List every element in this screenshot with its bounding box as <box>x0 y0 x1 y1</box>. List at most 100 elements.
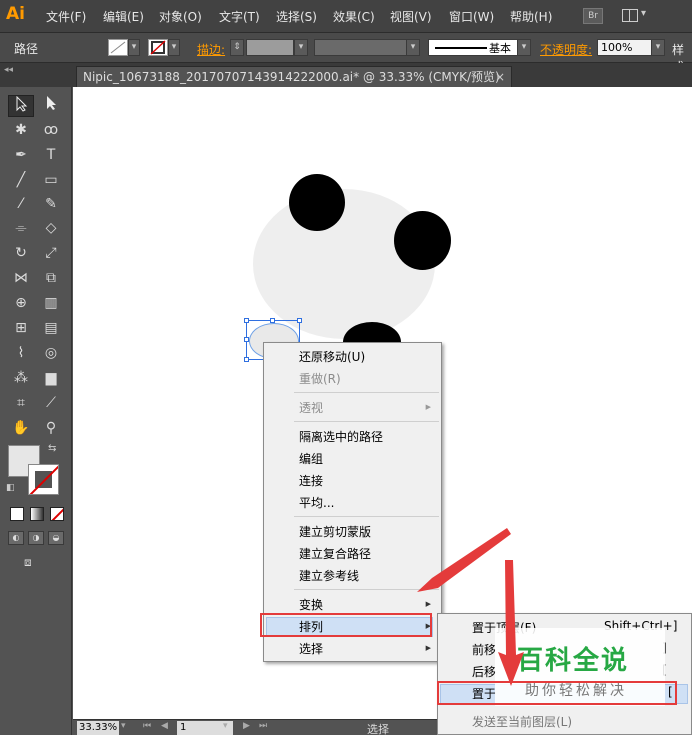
fill-dropdown[interactable]: ▾ <box>128 39 140 56</box>
collapse-panel-icon[interactable]: ◂◂ <box>4 65 13 75</box>
stroke-weight-input[interactable] <box>246 39 294 56</box>
brush-definition[interactable]: 基本 <box>428 39 531 56</box>
artboard-tool-icon[interactable]: ⌗ <box>8 392 34 414</box>
type-tool-icon[interactable]: T <box>38 144 64 166</box>
paintbrush-tool-icon[interactable]: ⁄ <box>8 193 34 215</box>
stroke-dropdown[interactable]: ▾ <box>168 39 180 56</box>
brush-dropdown[interactable]: ▾ <box>517 39 531 56</box>
pen-tool-icon[interactable]: ✒ <box>8 144 34 166</box>
resize-handle[interactable] <box>244 337 249 342</box>
blob-brush-tool-icon[interactable]: ⌯ <box>8 217 34 239</box>
page-dropdown-icon[interactable]: ▾ <box>223 721 228 731</box>
eraser-tool-icon[interactable]: ◇ <box>38 217 64 239</box>
magic-wand-tool-icon[interactable]: ✱ <box>8 119 34 141</box>
menu-item-group[interactable]: 编组 <box>299 450 323 467</box>
hand-tool-icon[interactable]: ✋ <box>8 417 34 439</box>
stroke-weight-dropdown[interactable]: ▾ <box>294 39 308 56</box>
menu-item-make-clipping-mask[interactable]: 建立剪切蒙版 <box>299 523 371 540</box>
eyedropper-tool-icon[interactable]: ⌇ <box>8 342 34 364</box>
stroke-swatch[interactable] <box>28 464 59 495</box>
swap-colors-icon[interactable]: ⇆ <box>48 443 56 454</box>
menu-edit[interactable]: 编辑(E) <box>103 8 144 25</box>
draw-behind-icon[interactable]: ◑ <box>28 531 44 545</box>
menu-item-transform[interactable]: 变换 <box>299 596 323 613</box>
menu-item-perspective[interactable]: 透视 <box>299 399 323 416</box>
selection-tool-icon[interactable] <box>8 95 34 117</box>
menu-help[interactable]: 帮助(H) <box>510 8 552 25</box>
rectangle-tool-icon[interactable]: ▭ <box>38 169 64 191</box>
panda-left-ear-shape[interactable] <box>289 174 345 231</box>
color-mode-icon[interactable] <box>10 507 24 521</box>
lasso-tool-icon[interactable]: ꝏ <box>38 119 64 141</box>
fill-color-swatch[interactable] <box>108 39 128 56</box>
default-colors-icon[interactable]: ◧ <box>6 483 15 493</box>
submenu-item-bring-forward[interactable]: 前移 <box>472 641 496 658</box>
zoom-dropdown-icon[interactable]: ▾ <box>121 721 126 731</box>
prev-page-icon[interactable]: ◀ <box>161 721 168 731</box>
stroke-label[interactable]: 描边: <box>197 41 225 58</box>
shape-builder-tool-icon[interactable]: ⊕ <box>8 292 34 314</box>
rotate-tool-icon[interactable]: ↻ <box>8 242 34 264</box>
menu-select[interactable]: 选择(S) <box>276 8 317 25</box>
first-page-icon[interactable]: ⏮ <box>143 721 151 731</box>
menu-item-average[interactable]: 平均... <box>299 494 334 511</box>
submenu-item-send-to-current-layer[interactable]: 发送至当前图层(L) <box>472 713 572 730</box>
close-icon[interactable]: × <box>495 67 505 87</box>
bridge-button[interactable]: Br <box>583 8 603 24</box>
slice-tool-icon[interactable]: ⟋ <box>38 392 64 414</box>
brush-label: 基本 <box>489 42 511 55</box>
direct-selection-tool-icon[interactable] <box>38 95 64 117</box>
document-tab[interactable]: Nipic_10673188_20170707143914222000.ai* … <box>76 66 512 87</box>
resize-handle[interactable] <box>244 357 249 362</box>
opacity-dropdown[interactable]: ▾ <box>651 39 665 56</box>
menu-item-make-compound-path[interactable]: 建立复合路径 <box>299 545 371 562</box>
zoom-level-field[interactable]: 33.33% <box>77 721 119 735</box>
width-tool-icon[interactable]: ⋈ <box>8 267 34 289</box>
scale-tool-icon[interactable]: ⤢ <box>38 242 64 264</box>
none-mode-icon[interactable] <box>50 507 64 521</box>
menu-item-join[interactable]: 连接 <box>299 472 323 489</box>
symbol-sprayer-tool-icon[interactable]: ⁂ <box>8 367 34 389</box>
next-page-icon[interactable]: ▶ <box>243 721 250 731</box>
last-page-icon[interactable]: ⏭ <box>259 721 267 731</box>
zoom-tool-icon[interactable]: ⚲ <box>38 417 64 439</box>
resize-handle[interactable] <box>244 318 249 323</box>
perspective-grid-tool-icon[interactable]: ▥ <box>38 292 64 314</box>
opacity-label[interactable]: 不透明度: <box>540 41 592 58</box>
gradient-mode-icon[interactable] <box>30 507 44 521</box>
status-text[interactable]: 选择 <box>367 721 389 735</box>
stroke-stepper[interactable]: ⇕ <box>230 39 244 56</box>
resize-handle[interactable] <box>297 318 302 323</box>
submenu-item-send-backward[interactable]: 后移 <box>472 663 496 680</box>
blend-tool-icon[interactable]: ◎ <box>38 342 64 364</box>
menu-item-redo[interactable]: 重做(R) <box>299 370 341 387</box>
menu-item-make-guides[interactable]: 建立参考线 <box>299 567 359 584</box>
menu-object[interactable]: 对象(O) <box>159 8 202 25</box>
screen-mode-icon[interactable]: ⧈ <box>24 555 46 571</box>
menu-file[interactable]: 文件(F) <box>46 8 86 25</box>
menu-view[interactable]: 视图(V) <box>390 8 432 25</box>
column-graph-tool-icon[interactable]: ▆ <box>38 367 64 389</box>
menu-window[interactable]: 窗口(W) <box>449 8 494 25</box>
menu-item-isolate-path[interactable]: 隔离选中的路径 <box>299 428 383 445</box>
stroke-color-swatch[interactable] <box>148 39 168 56</box>
line-tool-icon[interactable]: ╱ <box>8 169 34 191</box>
menu-item-undo-move[interactable]: 还原移动(U) <box>299 348 365 365</box>
variable-width-profile[interactable] <box>314 39 420 56</box>
pencil-tool-icon[interactable]: ✎ <box>38 193 64 215</box>
menu-item-select[interactable]: 选择 <box>299 640 323 657</box>
free-transform-tool-icon[interactable]: ⧉ <box>38 267 64 289</box>
draw-inside-icon[interactable]: ◒ <box>48 531 64 545</box>
app-logo: Ai <box>6 4 25 24</box>
none-fill-icon <box>110 41 126 54</box>
menu-type[interactable]: 文字(T) <box>219 8 260 25</box>
profile-dropdown[interactable]: ▾ <box>406 39 420 56</box>
resize-handle[interactable] <box>270 318 275 323</box>
panda-right-ear-shape[interactable] <box>394 211 451 270</box>
draw-normal-icon[interactable]: ◐ <box>8 531 24 545</box>
menu-effect[interactable]: 效果(C) <box>333 8 375 25</box>
workspace-switcher[interactable]: ▾ <box>622 8 652 24</box>
gradient-tool-icon[interactable]: ▤ <box>38 317 64 339</box>
opacity-input[interactable]: 100% <box>597 39 652 56</box>
mesh-tool-icon[interactable]: ⊞ <box>8 317 34 339</box>
